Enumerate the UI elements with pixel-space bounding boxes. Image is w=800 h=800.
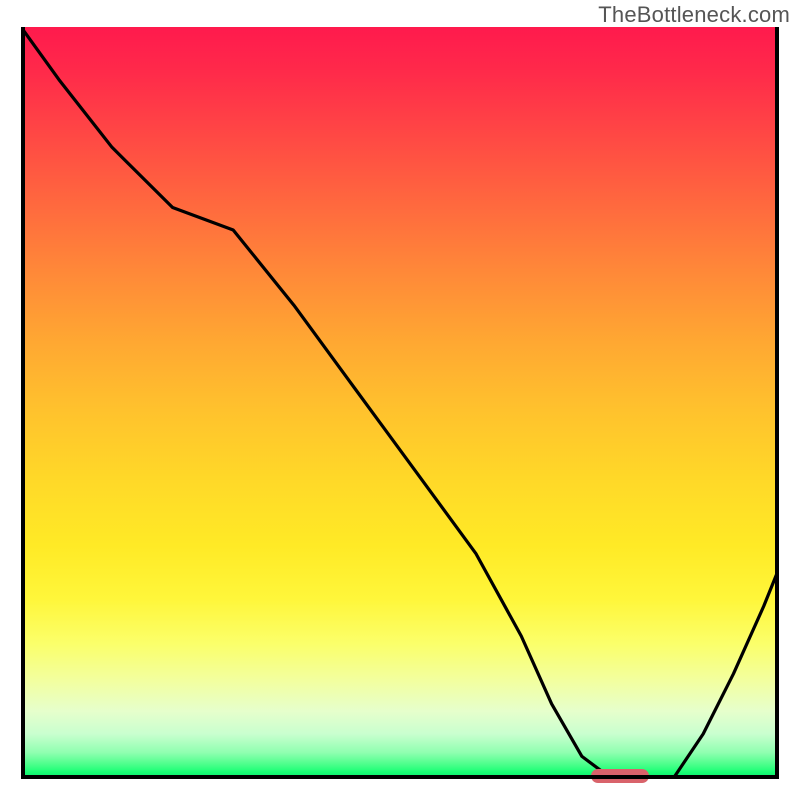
optimal-range-marker	[591, 769, 649, 783]
line-chart	[21, 27, 779, 779]
plot-area	[21, 27, 779, 779]
chart-container: TheBottleneck.com	[0, 0, 800, 800]
bottleneck-curve-path	[21, 27, 779, 779]
watermark-text: TheBottleneck.com	[598, 2, 790, 28]
